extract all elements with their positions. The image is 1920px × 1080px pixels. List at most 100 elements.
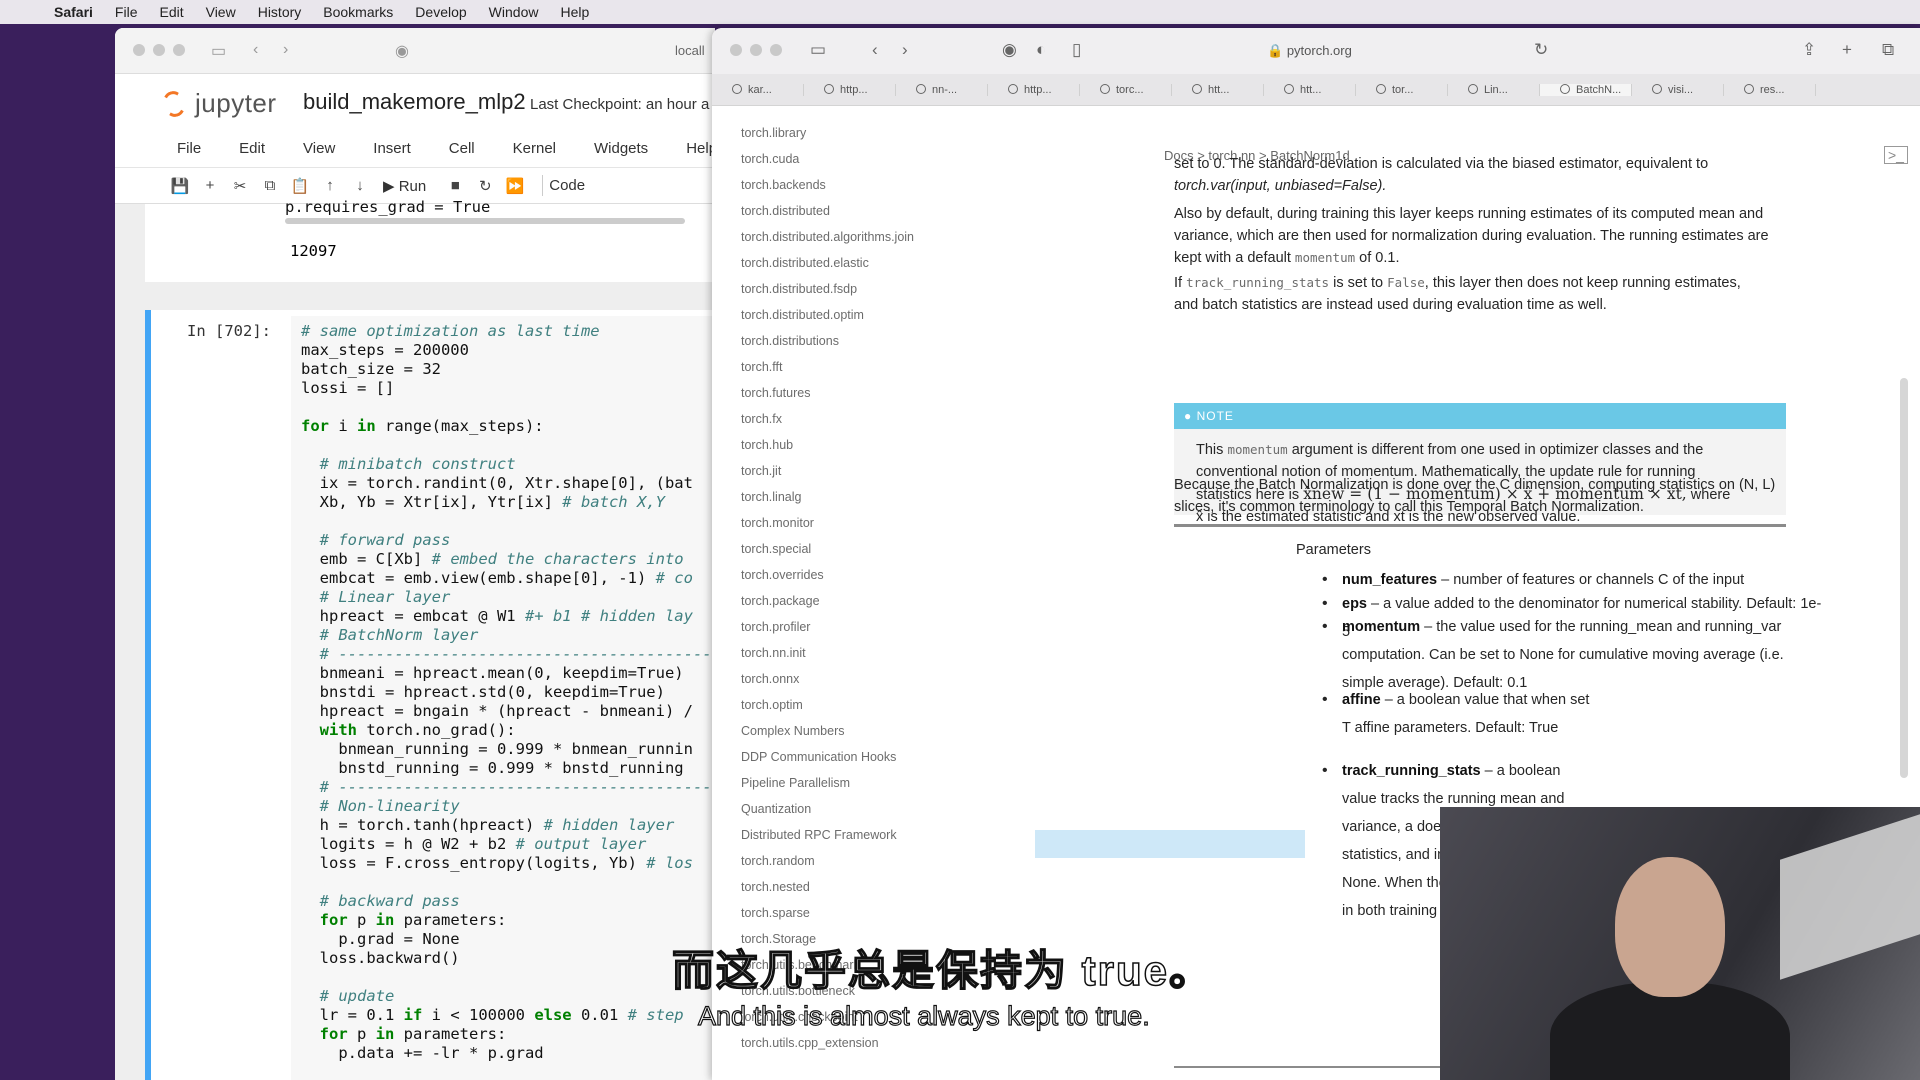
paste-icon[interactable]: 📋 [285,177,315,195]
terminal-icon[interactable]: >_ [1884,146,1908,164]
add-cell-icon[interactable]: + [195,177,225,194]
sidebar-link[interactable]: torch.hub [741,438,793,452]
nb-menu-widgets[interactable]: Widgets [594,140,648,157]
nb-menu-cell[interactable]: Cell [449,140,475,157]
tab[interactable]: res... [1724,83,1816,96]
safari-close-button[interactable] [730,44,742,56]
shield-icon[interactable]: ◐ [1036,40,1046,60]
sidebar-link[interactable]: torch.distributed.algorithms.join [741,230,914,244]
address-bar[interactable]: locall [675,43,705,58]
sidebar-link[interactable]: Pipeline Parallelism [741,776,850,790]
cell-type-select[interactable]: Code [542,175,591,196]
tab[interactable]: htt... [1172,83,1264,96]
sidebar-link[interactable]: torch.fx [741,412,782,426]
menu-window[interactable]: Window [489,4,539,20]
safari-zoom-button[interactable] [770,44,782,56]
run-button[interactable]: ▶ Run [383,177,426,195]
sidebar-link[interactable]: torch.profiler [741,620,810,634]
save-icon[interactable]: 💾 [165,177,195,195]
sidebar-link[interactable]: torch.optim [741,698,803,712]
privacy-icon[interactable]: ◉ [395,41,409,61]
sidebar-link[interactable]: torch.special [741,542,811,556]
move-down-icon[interactable]: ↓ [345,177,375,194]
tab[interactable]: kar... [712,83,804,96]
menu-file[interactable]: File [115,4,138,20]
sidebar-link[interactable]: torch.monitor [741,516,814,530]
menu-view[interactable]: View [206,4,236,20]
sidebar-link[interactable]: Distributed RPC Framework [741,828,897,842]
nb-menu-file[interactable]: File [177,140,201,157]
sidebar-link[interactable]: DDP Communication Hooks [741,750,896,764]
restart-icon[interactable]: ↻ [470,177,500,195]
sidebar-link[interactable]: torch.jit [741,464,781,478]
tab[interactable]: visi... [1632,83,1724,96]
reload-icon[interactable]: ↻ [1534,40,1548,60]
reader-icon[interactable]: ▯ [1072,40,1081,60]
sidebar-link[interactable]: torch.linalg [741,490,801,504]
sidebar-link[interactable]: torch.sparse [741,906,810,920]
tab-active[interactable]: BatchN... [1540,83,1632,96]
sidebar-link[interactable]: torch.overrides [741,568,824,582]
menu-bookmarks[interactable]: Bookmarks [323,4,393,20]
sidebar-toggle-icon[interactable]: ▭ [211,41,226,61]
tab[interactable]: nn-... [896,83,988,96]
tab[interactable]: Lin... [1448,83,1540,96]
sidebar-link[interactable]: torch.library [741,126,806,140]
sidebar-toggle-icon[interactable]: ▭ [810,40,826,60]
notebook-title[interactable]: build_makemore_mlp2 [303,89,526,115]
move-up-icon[interactable]: ↑ [315,177,345,194]
back-icon[interactable]: ‹ [872,40,878,60]
sidebar-link[interactable]: torch.utils.cpp_extension [741,1036,879,1050]
active-code-cell[interactable]: In [702]: # same optimization as last ti… [145,310,715,1080]
safari-minimize-button[interactable] [750,44,762,56]
sidebar-link[interactable]: torch.distributions [741,334,839,348]
sidebar-link[interactable]: torch.package [741,594,820,608]
menu-develop[interactable]: Develop [415,4,466,20]
cut-icon[interactable]: ✂ [225,177,255,195]
nb-menu-help[interactable]: Help [686,140,715,157]
sidebar-link[interactable]: torch.futures [741,386,810,400]
nb-menu-kernel[interactable]: Kernel [513,140,556,157]
tab[interactable]: http... [804,83,896,96]
sidebar-link[interactable]: torch.nn.init [741,646,806,660]
address-bar[interactable]: 🔒 pytorch.org [1267,43,1352,59]
minimize-window-button[interactable] [153,44,165,56]
sidebar-link[interactable]: Quantization [741,802,811,816]
nb-menu-edit[interactable]: Edit [239,140,265,157]
tab-overview-icon[interactable]: ⧉ [1882,40,1894,60]
fast-forward-icon[interactable]: ⏩ [500,177,530,195]
tab[interactable]: tor... [1356,83,1448,96]
horizontal-scrollbar[interactable] [285,218,685,224]
sidebar-link[interactable]: torch.distributed [741,204,830,218]
new-tab-icon[interactable]: + [1842,40,1852,60]
previous-cell[interactable]: p.requires_grad = True 12097 [145,198,715,282]
menu-help[interactable]: Help [560,4,589,20]
sidebar-link[interactable]: torch.distributed.elastic [741,256,869,270]
forward-icon[interactable]: › [902,40,908,60]
copy-icon[interactable]: ⧉ [255,177,285,194]
close-window-button[interactable] [133,44,145,56]
sidebar-link[interactable]: torch.backends [741,178,826,192]
page-scrollbar[interactable] [1900,378,1908,778]
sidebar-link[interactable]: torch.distributed.fsdp [741,282,857,296]
sidebar-link[interactable]: torch.nested [741,880,810,894]
privacy-icon[interactable]: ◉ [1002,40,1017,60]
sidebar-link[interactable]: Complex Numbers [741,724,845,738]
forward-icon[interactable]: › [283,41,288,59]
share-icon[interactable]: ⇪ [1802,40,1816,60]
menu-app-name[interactable]: Safari [54,4,93,20]
sidebar-link[interactable]: torch.distributed.optim [741,308,864,322]
tab[interactable]: torc... [1080,83,1172,96]
back-icon[interactable]: ‹ [253,41,258,59]
tab[interactable]: http... [988,83,1080,96]
jupyter-logo[interactable]: jupyter [160,88,277,119]
nb-menu-view[interactable]: View [303,140,335,157]
menu-edit[interactable]: Edit [159,4,183,20]
code-editor[interactable]: # same optimization as last time max_ste… [291,316,715,1080]
menu-history[interactable]: History [258,4,302,20]
sidebar-link[interactable]: torch.cuda [741,152,799,166]
tab[interactable]: htt... [1264,83,1356,96]
sidebar-link[interactable]: torch.fft [741,360,782,374]
zoom-window-button[interactable] [173,44,185,56]
sidebar-link[interactable]: torch.random [741,854,815,868]
